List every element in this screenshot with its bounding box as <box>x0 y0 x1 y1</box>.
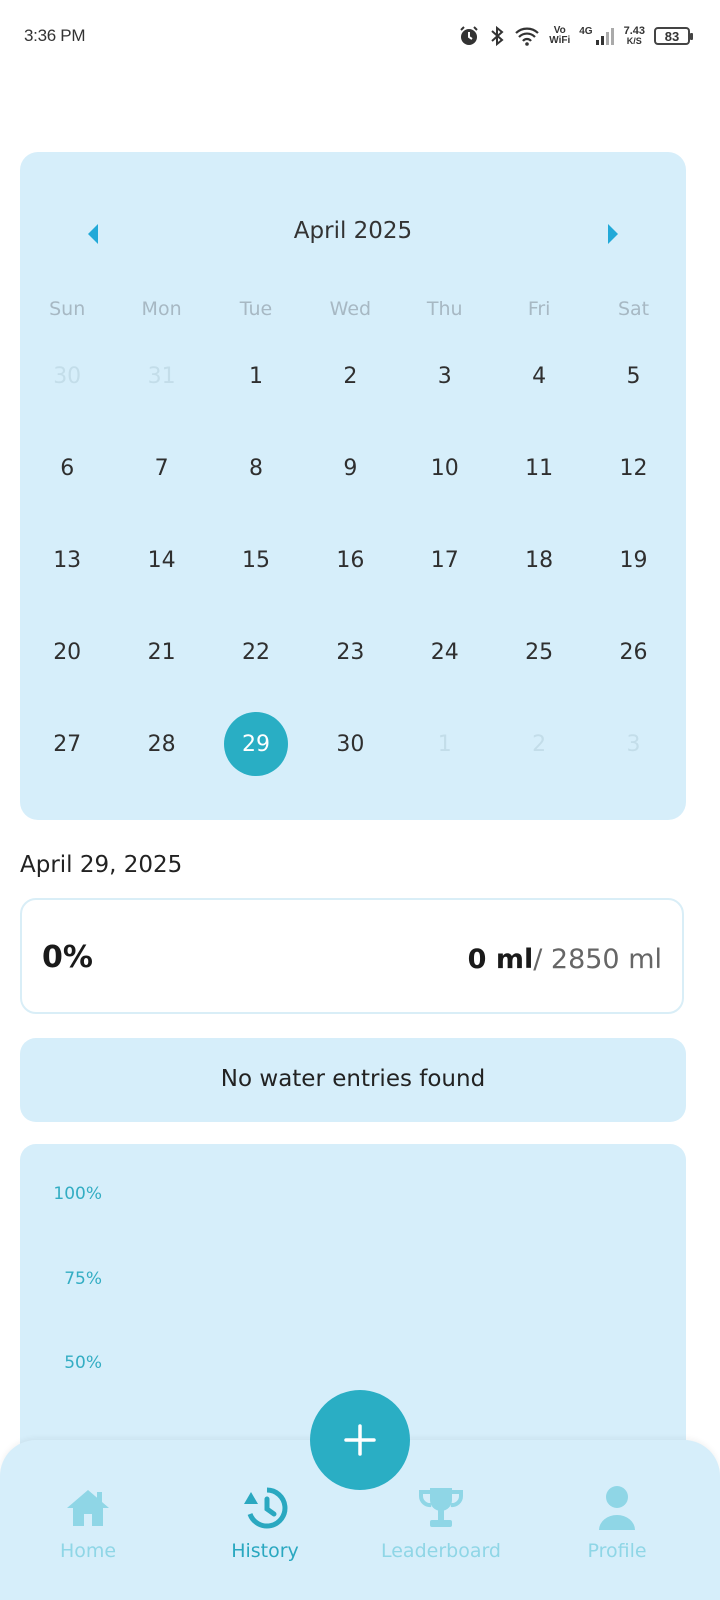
calendar-day[interactable]: 4 <box>492 344 586 408</box>
calendar-day[interactable]: 14 <box>114 528 208 592</box>
calendar-day[interactable]: 22 <box>209 620 303 684</box>
weekday-label: Wed <box>329 298 372 320</box>
history-icon <box>190 1484 340 1532</box>
home-icon <box>13 1484 163 1532</box>
status-bar: 3:36 PM Vo WiFi 4G 7.43 K/S 83 <box>0 0 720 72</box>
alarm-icon <box>458 25 480 47</box>
calendar-day[interactable]: 5 <box>586 344 680 408</box>
caret-right-icon <box>608 224 618 244</box>
trophy-icon <box>366 1484 516 1532</box>
weekday-label: Sun <box>49 298 86 320</box>
selected-day-number: 29 <box>223 712 288 776</box>
nav-leaderboard[interactable]: Leaderboard <box>366 1484 516 1562</box>
calendar-day[interactable]: 30 <box>303 712 397 776</box>
calendar-day-outside: 30 <box>53 363 82 389</box>
weekday-label: Mon <box>141 298 182 320</box>
next-month-button[interactable] <box>598 220 626 248</box>
weekday-label: Fri <box>527 298 551 320</box>
calendar-day[interactable]: 13 <box>20 528 114 592</box>
selected-date-label: April 29, 2025 <box>20 852 183 878</box>
status-icons: Vo WiFi 4G 7.43 K/S 83 <box>458 22 693 50</box>
calendar-day[interactable]: 24 <box>398 620 492 684</box>
calendar-day[interactable]: 15 <box>209 528 303 592</box>
wifi-icon <box>514 26 540 46</box>
calendar-month-title: April 2025 <box>293 218 413 244</box>
empty-entries-message: No water entries found <box>220 1066 486 1092</box>
add-water-button[interactable] <box>310 1390 410 1490</box>
y-tick-label: 50% <box>64 1353 102 1373</box>
calendar-card: April 2025 Sun Mon Tue Wed Thu Fri Sat 3… <box>20 152 686 820</box>
calendar-header: April 2025 <box>20 214 686 254</box>
calendar-day[interactable]: 19 <box>586 528 680 592</box>
calendar-week-row: 30 31 1 2 3 4 5 <box>20 344 686 436</box>
water-entries-card: No water entries found <box>20 1038 686 1122</box>
profile-icon <box>542 1484 692 1532</box>
nav-home[interactable]: Home <box>13 1484 163 1562</box>
weekday-label: Thu <box>426 298 463 320</box>
calendar-day[interactable]: 9 <box>303 436 397 500</box>
calendar-day[interactable]: 26 <box>586 620 680 684</box>
nav-home-label: Home <box>59 1540 117 1562</box>
calendar-day[interactable]: 1 <box>209 344 303 408</box>
nav-history[interactable]: History <box>190 1484 340 1562</box>
calendar-day[interactable]: 3 <box>398 344 492 408</box>
calendar-day[interactable]: 7 <box>114 436 208 500</box>
calendar-day[interactable]: 25 <box>492 620 586 684</box>
calendar-day-outside: 3 <box>626 731 641 757</box>
calendar-day[interactable]: 16 <box>303 528 397 592</box>
calendar-day[interactable]: 2 <box>303 344 397 408</box>
y-tick-label: 100% <box>53 1184 102 1204</box>
calendar-week-row: 20 21 22 23 24 25 26 <box>20 620 686 712</box>
calendar-day[interactable]: 20 <box>20 620 114 684</box>
calendar-week-row: 27 28 29 30 1 2 3 <box>20 712 686 804</box>
nav-profile[interactable]: Profile <box>542 1484 692 1562</box>
calendar-day[interactable]: 28 <box>114 712 208 776</box>
network-speed: 7.43 K/S <box>623 25 645 47</box>
y-tick-label: 75% <box>64 1269 102 1289</box>
calendar-day[interactable]: 12 <box>586 436 680 500</box>
calendar-day-outside: 2 <box>532 731 547 757</box>
weekday-label: Tue <box>239 298 273 320</box>
calendar-day[interactable]: 27 <box>20 712 114 776</box>
calendar-day[interactable]: 18 <box>492 528 586 592</box>
bluetooth-icon <box>489 25 505 47</box>
weekday-label: Sat <box>617 298 650 320</box>
progress-percent: 0% <box>42 940 93 975</box>
daily-progress-card: 0% 0 ml/ 2850 ml <box>20 898 684 1014</box>
vowifi-indicator: Vo WiFi <box>549 25 571 46</box>
calendar-day[interactable]: 21 <box>114 620 208 684</box>
calendar-week-row: 6 7 8 9 10 11 12 <box>20 436 686 528</box>
calendar-day-outside: 31 <box>147 363 176 389</box>
calendar-day-selected[interactable]: 29 <box>209 712 303 776</box>
signal-icon: 4G <box>579 26 614 46</box>
goal-amount: / 2850 ml <box>533 944 662 975</box>
calendar-day[interactable]: 11 <box>492 436 586 500</box>
calendar-day[interactable]: 23 <box>303 620 397 684</box>
calendar-day[interactable]: 6 <box>20 436 114 500</box>
progress-amount: 0 ml/ 2850 ml <box>468 944 662 975</box>
weekday-header-row: Sun Mon Tue Wed Thu Fri Sat <box>20 298 686 320</box>
consumed-amount: 0 ml <box>467 944 534 975</box>
calendar-day[interactable]: 17 <box>398 528 492 592</box>
battery-icon: 83 <box>654 27 693 45</box>
calendar-day[interactable]: 10 <box>398 436 492 500</box>
plus-icon <box>344 1424 376 1456</box>
calendar-week-row: 13 14 15 16 17 18 19 <box>20 528 686 620</box>
calendar-day-outside: 1 <box>437 731 452 757</box>
calendar-days-grid: 30 31 1 2 3 4 5 6 7 8 9 10 11 12 13 14 1… <box>20 344 686 804</box>
status-time: 3:36 PM <box>24 26 86 45</box>
calendar-day[interactable]: 8 <box>209 436 303 500</box>
nav-profile-label: Profile <box>587 1540 647 1562</box>
nav-history-label: History <box>231 1540 299 1562</box>
nav-leaderboard-label: Leaderboard <box>380 1540 501 1562</box>
